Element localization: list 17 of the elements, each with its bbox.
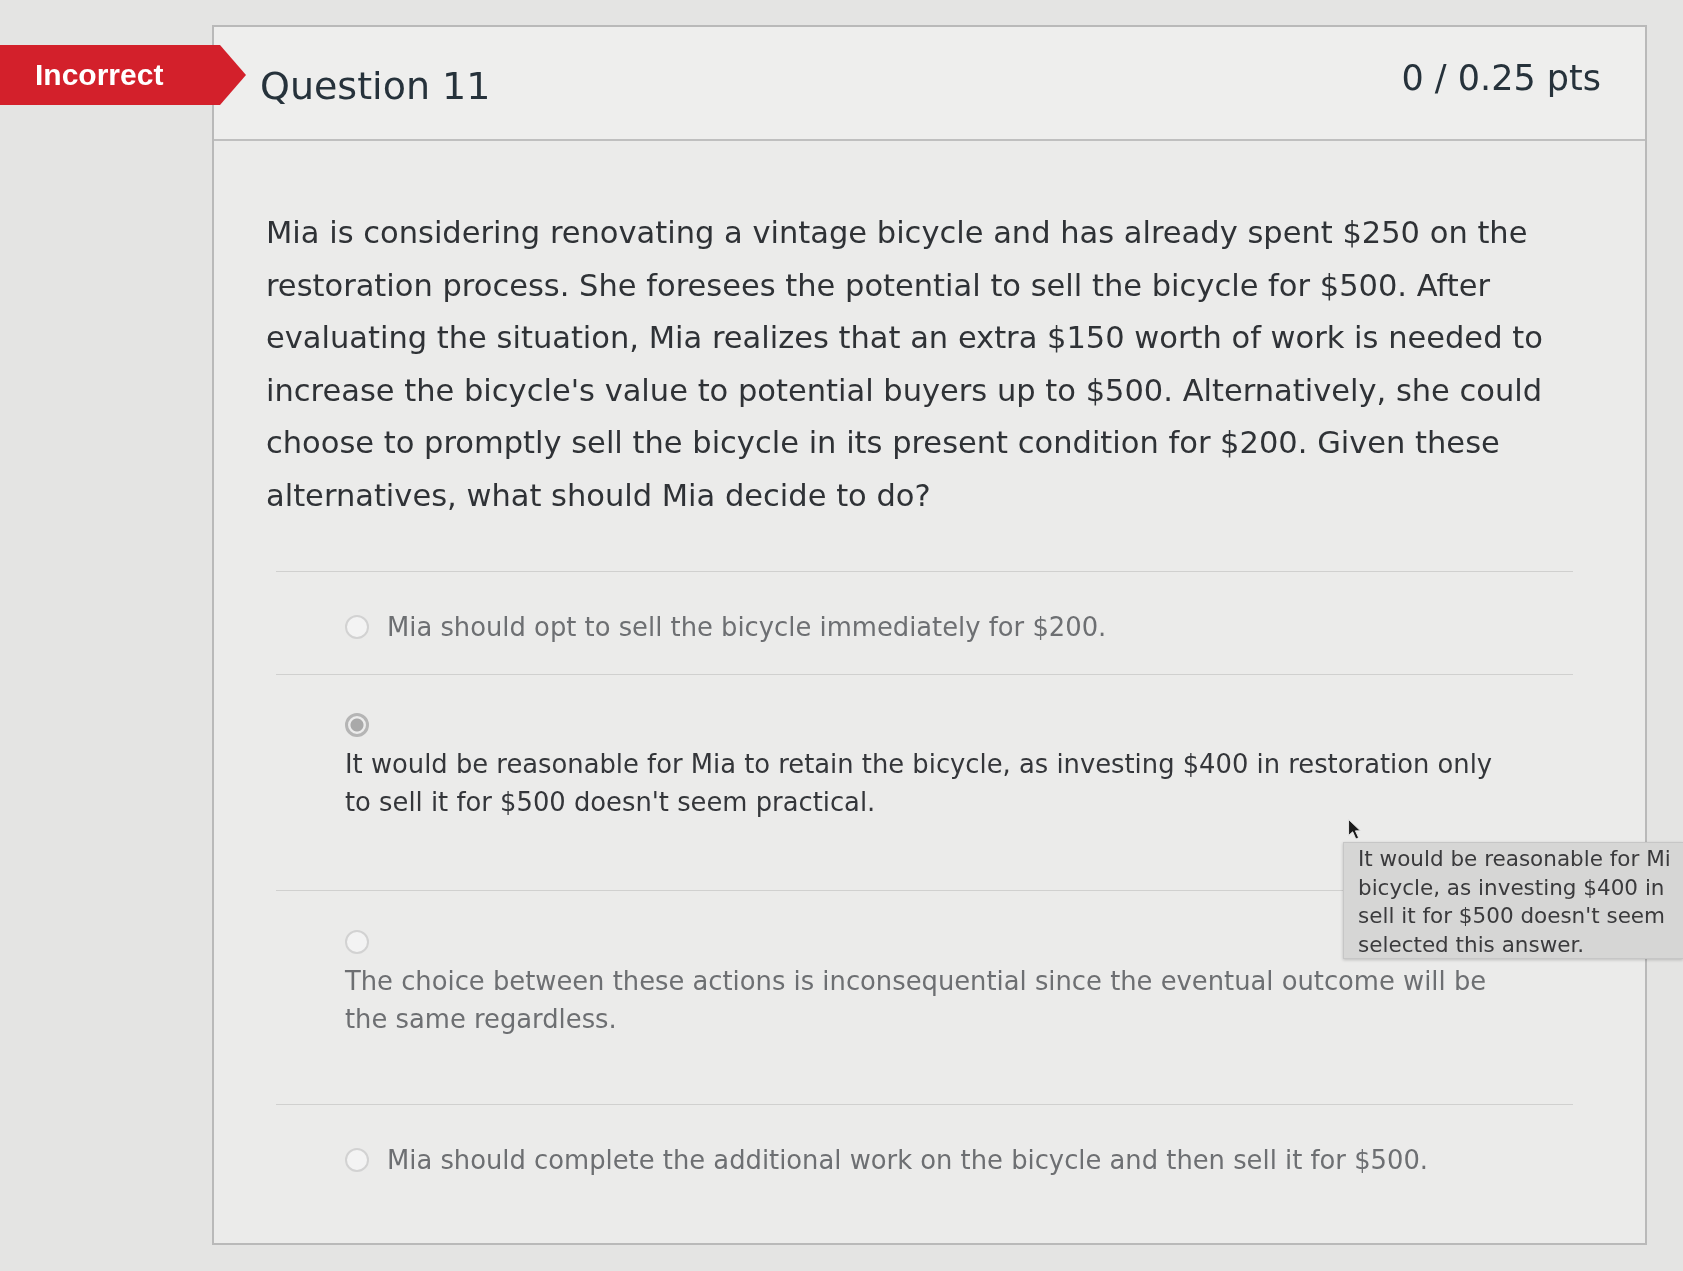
tooltip-line: selected this answer.	[1358, 930, 1585, 959]
cursor-arrow-icon	[1348, 819, 1361, 840]
question-title: Question 11	[260, 63, 491, 108]
radio-button[interactable]	[345, 1148, 369, 1172]
answer-text: Mia should complete the additional work on the bicycle and then sell it for $500.	[387, 1144, 1429, 1177]
tooltip-line: bicycle, as investing $400 in	[1358, 873, 1665, 902]
question-text: Mia is considering renovating a vintage bicycle and has already spent $250 on the restoration process. She foresees the potential to sell the bicycle for $500. After evaluating the situation, Mia realizes that an extra $150 worth of work is needed to increase the bicycle's value to potential buyers up to $500. Alternatively, she could choose to promptly sell the bicycle in its present condition for $200. Given these alternatives, what should Mia decide to do?	[266, 214, 1544, 515]
radio-button[interactable]	[345, 615, 369, 639]
question-points: 0 / 0.25 pts	[1401, 58, 1601, 98]
answer-text: Mia should opt to sell the bicycle immediately for $200.	[387, 611, 1107, 644]
radio-button[interactable]	[345, 930, 369, 954]
result-banner: Incorrect	[0, 45, 246, 105]
tooltip-line: sell it for $500 doesn't seem	[1358, 902, 1666, 930]
radio-button[interactable]	[345, 713, 369, 737]
answer-text: The choice between these actions is inconsequential since the eventual outcome will be the same regardless.	[345, 965, 1488, 1036]
answer-text: It would be reasonable for Mia to retain the bicycle, as investing $400 in restoration only to sell it for $500 doesn't seem practical.	[345, 748, 1494, 819]
tooltip-line: It would be reasonable for Mi	[1358, 845, 1671, 873]
